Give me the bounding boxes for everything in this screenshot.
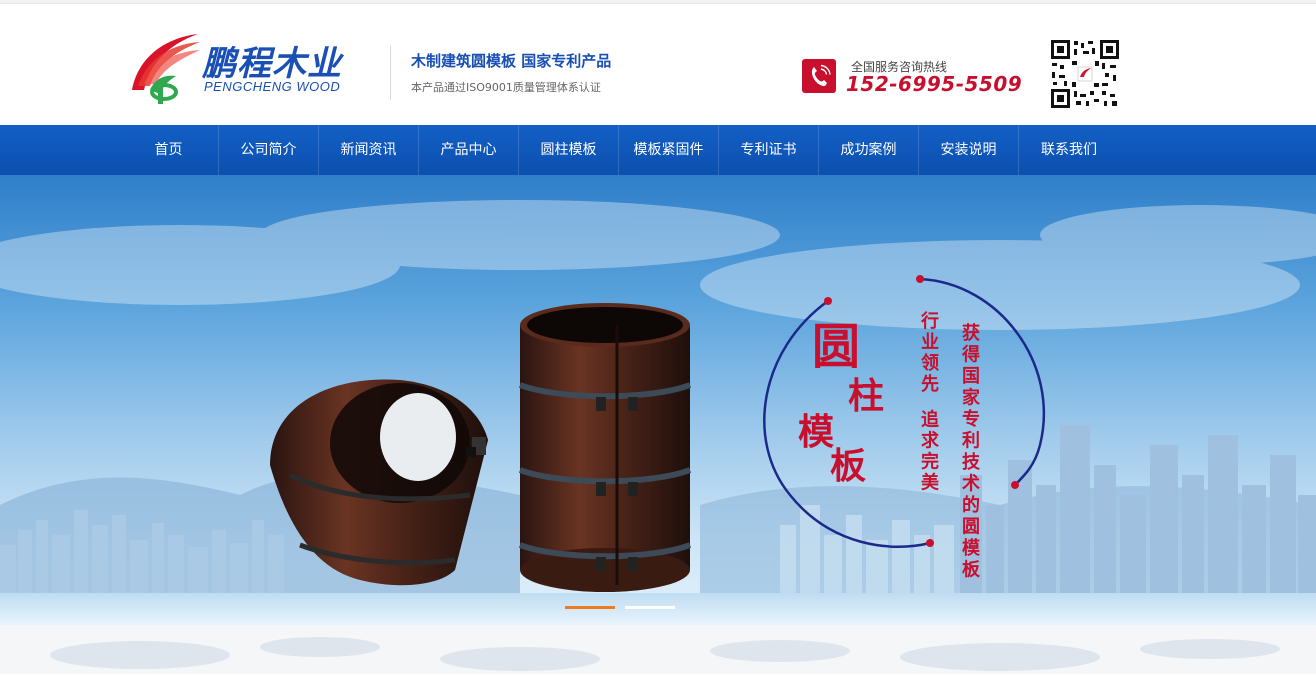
nav-item-installation[interactable]: 安装说明	[919, 125, 1019, 175]
banner-slogan-right-char: 利	[962, 430, 980, 452]
banner-slogan-right-char: 得	[961, 344, 980, 366]
slogan-subtitle: 本产品通过ISO9001质量管理体系认证	[411, 81, 601, 94]
banner-slogan-left-char: 完	[921, 451, 939, 473]
nav-item-fasteners[interactable]: 模板紧固件	[619, 125, 719, 175]
nav-item-about[interactable]: 公司简介	[219, 125, 319, 175]
banner-title: 圆 柱 模 板	[798, 319, 884, 487]
phone-icon	[802, 59, 836, 93]
banner-title-char-1: 圆	[812, 319, 860, 375]
banner-slogan-right: 获得国家专利技术的圆模板	[961, 322, 981, 581]
content-section-top	[0, 625, 1316, 674]
banner-slogan-left-char: 行	[920, 310, 939, 332]
banner-slogan-right-char: 的	[962, 494, 980, 516]
water	[0, 593, 1316, 625]
brand-name-en: PENGCHENG WOOD	[204, 79, 341, 94]
nav-item-contact[interactable]: 联系我们	[1019, 125, 1119, 175]
banner-slogan-right-char: 专	[962, 408, 980, 430]
banner-slogan-right-char: 国	[962, 366, 980, 387]
formwork-cylinder-image	[518, 303, 692, 592]
banner-slogan-right-char: 模	[962, 537, 981, 559]
qr-code	[1050, 39, 1120, 109]
banner-slogan-left: 行业领先追求完美	[920, 310, 940, 494]
banner-slogan-left-char: 先	[921, 373, 939, 395]
banner-slogan-right-char: 圆	[962, 517, 980, 538]
main-nav: 首页 公司简介 新闻资讯 产品中心 圆柱模板 模板紧固件 专利证书 成功案例 安…	[0, 125, 1316, 175]
slide-indicators	[565, 606, 675, 609]
banner-slogan-left-char: 业	[921, 332, 939, 353]
banner-slogan-right-char: 技	[962, 451, 981, 473]
banner-slogan-left-char: 领	[921, 352, 939, 374]
banner-title-char-3: 模	[798, 412, 834, 453]
slide-dot-1[interactable]	[565, 606, 615, 609]
nav-item-patents[interactable]: 专利证书	[719, 125, 819, 175]
nav-item-home[interactable]: 首页	[119, 125, 219, 175]
banner-slogan-left-char: 求	[921, 430, 940, 452]
nav-item-cases[interactable]: 成功案例	[819, 125, 919, 175]
brand-logo[interactable]: 鹏程木业 PENGCHENG WOOD	[124, 28, 364, 108]
header-slogan: 木制建筑圆模板 国家专利产品 本产品通过ISO9001质量管理体系认证	[411, 50, 611, 95]
banner-slogan-right-char: 获	[962, 322, 980, 344]
world-map-pattern	[50, 637, 1280, 671]
banner-slogan-left-char: 美	[921, 472, 939, 494]
banner-slogan-left-char: 追	[921, 409, 939, 431]
banner-slogan-right-char: 术	[962, 473, 980, 495]
brand-name-cn: 鹏程木业	[202, 44, 342, 84]
slide-dot-2[interactable]	[625, 606, 675, 609]
banner-title-char-2: 柱	[848, 376, 884, 417]
nav-item-products[interactable]: 产品中心	[419, 125, 519, 175]
header-divider	[390, 46, 391, 100]
banner-artwork: 圆 柱 模 板 行业领先追求完美 获得国家专利技术的圆模板	[0, 200, 1316, 625]
nav-item-news[interactable]: 新闻资讯	[319, 125, 419, 175]
city-skyline-right	[960, 425, 1316, 605]
slogan-title: 木制建筑圆模板 国家专利产品	[411, 52, 612, 70]
banner-slogan-right-char: 家	[962, 387, 981, 409]
nav-item-column-formwork[interactable]: 圆柱模板	[519, 125, 619, 175]
banner-slogan-right-char: 板	[962, 559, 981, 581]
nav-list: 首页 公司简介 新闻资讯 产品中心 圆柱模板 模板紧固件 专利证书 成功案例 安…	[119, 125, 1119, 175]
hero-banner[interactable]: 圆 柱 模 板 行业领先追求完美 获得国家专利技术的圆模板	[0, 175, 1316, 625]
site-header: 鹏程木业 PENGCHENG WOOD 木制建筑圆模板 国家专利产品 本产品通过…	[0, 4, 1316, 125]
hotline-number[interactable]: 152-6995-5509	[846, 72, 1022, 96]
banner-title-char-4: 板	[830, 446, 866, 487]
logo-swoosh-icon	[132, 34, 200, 104]
